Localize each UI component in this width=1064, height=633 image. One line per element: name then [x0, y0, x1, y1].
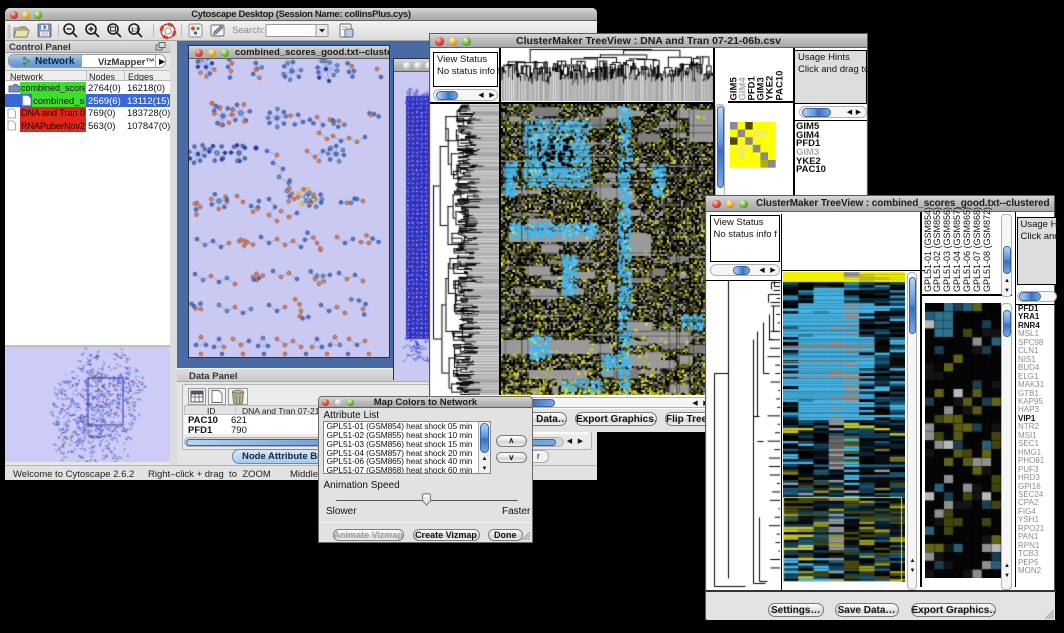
svg-text:1:1: 1:1	[131, 28, 139, 34]
svg-text:Search:: Search:	[232, 25, 265, 36]
